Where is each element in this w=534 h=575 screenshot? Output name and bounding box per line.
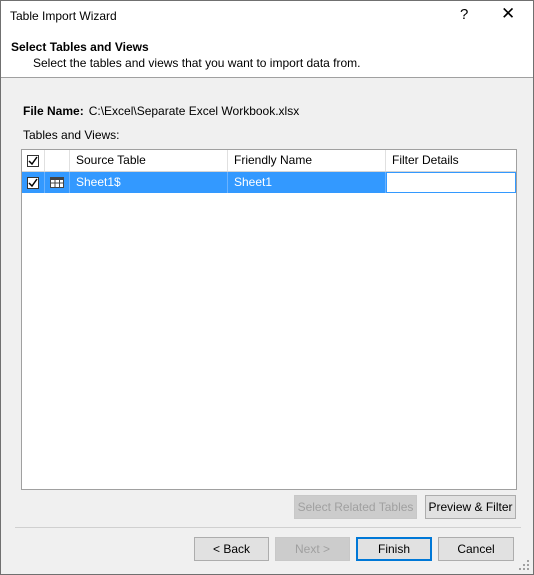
row-icon-cell bbox=[45, 172, 70, 193]
window-title: Table Import Wizard bbox=[10, 9, 117, 23]
wizard-header: Select Tables and Views Select the table… bbox=[1, 31, 533, 78]
table-import-wizard-window: Table Import Wizard ? ✕ Select Tables an… bbox=[0, 0, 534, 575]
column-header-source-table[interactable]: Source Table bbox=[70, 150, 228, 171]
file-name-value: C:\Excel\Separate Excel Workbook.xlsx bbox=[88, 104, 300, 118]
friendly-name-cell[interactable]: Sheet1 bbox=[228, 172, 386, 193]
title-bar: Table Import Wizard ? ✕ bbox=[1, 1, 533, 31]
page-title: Select Tables and Views bbox=[11, 40, 149, 54]
back-button[interactable]: < Back bbox=[194, 537, 269, 561]
footer-divider bbox=[15, 527, 521, 528]
icon-column-header bbox=[45, 150, 70, 171]
select-all-checkbox[interactable] bbox=[27, 154, 39, 167]
checkmark-icon bbox=[28, 178, 38, 187]
help-icon[interactable]: ? bbox=[460, 6, 468, 23]
table-icon bbox=[50, 177, 64, 188]
table-row[interactable]: Sheet1$ Sheet1 bbox=[22, 172, 516, 193]
grid-header-row: Source Table Friendly Name Filter Detail… bbox=[22, 150, 516, 172]
close-icon[interactable]: ✕ bbox=[501, 4, 515, 24]
row-checkbox[interactable] bbox=[27, 176, 39, 189]
row-checkbox-cell[interactable] bbox=[22, 172, 45, 193]
select-related-tables-button[interactable]: Select Related Tables bbox=[294, 495, 417, 519]
preview-filter-button[interactable]: Preview & Filter bbox=[425, 495, 516, 519]
resize-grip-icon[interactable] bbox=[519, 560, 530, 571]
filter-details-cell[interactable] bbox=[386, 172, 516, 193]
cancel-button[interactable]: Cancel bbox=[438, 537, 514, 561]
select-all-cell[interactable] bbox=[22, 150, 45, 171]
file-name-row: File Name: C:\Excel\Separate Excel Workbo… bbox=[23, 104, 299, 118]
column-header-friendly-name[interactable]: Friendly Name bbox=[228, 150, 386, 171]
page-subtitle: Select the tables and views that you wan… bbox=[33, 56, 361, 70]
tables-grid[interactable]: Source Table Friendly Name Filter Detail… bbox=[21, 149, 517, 490]
source-table-cell[interactable]: Sheet1$ bbox=[70, 172, 228, 193]
column-header-filter-details[interactable]: Filter Details bbox=[386, 150, 516, 171]
tables-and-views-label: Tables and Views: bbox=[23, 128, 120, 142]
finish-button[interactable]: Finish bbox=[356, 537, 432, 561]
checkmark-icon bbox=[28, 156, 38, 165]
next-button[interactable]: Next > bbox=[275, 537, 350, 561]
file-name-label: File Name: bbox=[23, 104, 84, 118]
